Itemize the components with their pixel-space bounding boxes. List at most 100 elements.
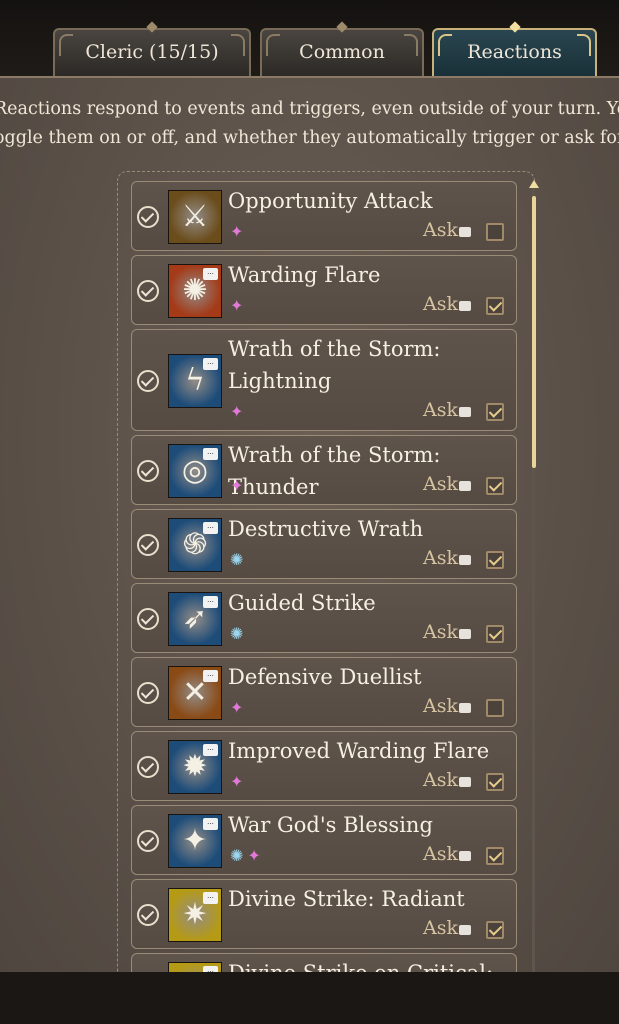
speech-bubble-icon: ...	[203, 596, 218, 608]
reaction-name: Opportunity Attack	[228, 189, 433, 213]
reaction-enabled-toggle[interactable]	[137, 460, 159, 482]
reaction-row[interactable]: ➶... Guided Strike ✺ Ask	[131, 583, 517, 653]
reaction-enabled-toggle[interactable]	[137, 608, 159, 630]
reaction-list: ⚔ Opportunity Attack ✦ Ask ✺... Warding Flare…	[0, 0, 619, 1008]
ask-label: Ask	[423, 917, 458, 939]
reaction-enabled-toggle[interactable]	[137, 206, 159, 228]
reaction-row[interactable]: ✕... Defensive Duellist ✦ Ask	[131, 657, 517, 727]
resource-cost: ✦	[230, 402, 247, 421]
reaction-charge-icon: ✦	[230, 296, 244, 315]
ask-checkbox[interactable]	[486, 773, 504, 791]
speech-bubble-icon: ...	[203, 744, 218, 756]
ask-prompt-icon	[459, 555, 471, 565]
reaction-name: Improved Warding Flare	[228, 739, 490, 763]
speech-bubble-icon: ...	[203, 892, 218, 904]
reaction-name: Guided Strike	[228, 591, 376, 615]
ask-label: Ask	[423, 769, 458, 791]
reaction-charge-icon: ✦	[230, 476, 244, 495]
reaction-name: War God's Blessing	[228, 813, 433, 837]
divine-strike-radiant-icon: ✷...	[168, 888, 222, 942]
ask-prompt-icon	[459, 481, 471, 491]
resource-cost: ✦	[230, 772, 247, 791]
opportunity-attack-icon: ⚔	[168, 190, 222, 244]
reaction-enabled-toggle[interactable]	[137, 904, 159, 926]
defensive-duellist-icon: ✕...	[168, 666, 222, 720]
ask-label: Ask	[423, 843, 458, 865]
reaction-charge-icon: ✦	[247, 846, 261, 865]
ask-label: Ask	[423, 473, 458, 495]
bottom-bar	[0, 972, 619, 1024]
reaction-name: Wrath of the Storm: Thunder	[228, 443, 441, 499]
ask-prompt-icon	[459, 703, 471, 713]
reaction-enabled-toggle[interactable]	[137, 280, 159, 302]
reaction-name: Destructive Wrath	[228, 517, 424, 541]
spell-slot-icon: ✺	[230, 624, 244, 643]
ask-checkbox[interactable]	[486, 223, 504, 241]
ask-label: Ask	[423, 219, 458, 241]
ask-label: Ask	[423, 293, 458, 315]
reaction-enabled-toggle[interactable]	[137, 756, 159, 778]
ask-checkbox[interactable]	[486, 551, 504, 569]
thunder-storm-icon: ◎...	[168, 444, 222, 498]
reaction-charge-icon: ✦	[230, 402, 244, 421]
scroll-up-arrow-icon[interactable]	[529, 180, 539, 188]
reaction-charge-icon: ✦	[230, 698, 244, 717]
reaction-enabled-toggle[interactable]	[137, 830, 159, 852]
reaction-name: Divine Strike: Radiant	[228, 887, 465, 911]
resource-cost: ✦	[230, 476, 247, 495]
ask-checkbox[interactable]	[486, 847, 504, 865]
reaction-charge-icon: ✦	[230, 222, 244, 241]
reaction-row[interactable]: ✦... War God's Blessing ✺ ✦ Ask	[131, 805, 517, 875]
ask-prompt-icon	[459, 777, 471, 787]
speech-bubble-icon: ...	[203, 818, 218, 830]
reaction-row[interactable]: ϟ... Wrath of the Storm: Lightning ✦ Ask	[131, 329, 517, 431]
resource-cost: ✺ ✦	[230, 846, 265, 865]
ask-checkbox[interactable]	[486, 297, 504, 315]
reaction-row[interactable]: ✷... Divine Strike: Radiant Ask	[131, 879, 517, 949]
reaction-enabled-toggle[interactable]	[137, 534, 159, 556]
spell-slot-icon: ✺	[230, 846, 244, 865]
war-gods-blessing-icon: ✦...	[168, 814, 222, 868]
ask-prompt-icon	[459, 851, 471, 861]
icon-glyph: ⚔	[181, 199, 209, 234]
reaction-charge-icon: ✦	[230, 772, 244, 791]
warding-flare-icon: ✺...	[168, 264, 222, 318]
ask-checkbox[interactable]	[486, 921, 504, 939]
ask-label: Ask	[423, 621, 458, 643]
reaction-row[interactable]: ✺... Warding Flare ✦ Ask	[131, 255, 517, 325]
spell-slot-icon: ✺	[230, 550, 244, 569]
speech-bubble-icon: ...	[203, 358, 218, 370]
destructive-wrath-icon: ֍...	[168, 518, 222, 572]
reaction-enabled-toggle[interactable]	[137, 682, 159, 704]
resource-cost: ✺	[230, 624, 247, 643]
ask-checkbox[interactable]	[486, 625, 504, 643]
resource-cost: ✦	[230, 222, 247, 241]
ask-checkbox[interactable]	[486, 403, 504, 421]
resource-cost: ✦	[230, 698, 247, 717]
reaction-row[interactable]: ◎... Wrath of the Storm: Thunder ✦ Ask	[131, 435, 517, 505]
lightning-storm-icon: ϟ...	[168, 354, 222, 408]
scrollbar-thumb[interactable]	[532, 196, 536, 468]
resource-cost: ✦	[230, 296, 247, 315]
guided-strike-icon: ➶...	[168, 592, 222, 646]
resource-cost: ✺	[230, 550, 247, 569]
ask-prompt-icon	[459, 227, 471, 237]
ask-checkbox[interactable]	[486, 477, 504, 495]
reaction-enabled-toggle[interactable]	[137, 370, 159, 392]
reaction-name: Defensive Duellist	[228, 665, 422, 689]
ask-label: Ask	[423, 695, 458, 717]
reaction-row[interactable]: ⚔ Opportunity Attack ✦ Ask	[131, 181, 517, 251]
ask-label: Ask	[423, 547, 458, 569]
reaction-row[interactable]: ֍... Destructive Wrath ✺ Ask	[131, 509, 517, 579]
speech-bubble-icon: ...	[203, 522, 218, 534]
ask-prompt-icon	[459, 301, 471, 311]
ask-checkbox[interactable]	[486, 699, 504, 717]
speech-bubble-icon: ...	[203, 448, 218, 460]
reaction-name: Warding Flare	[228, 263, 381, 287]
ask-prompt-icon	[459, 629, 471, 639]
reaction-row[interactable]: ✹... Improved Warding Flare ✦ Ask	[131, 731, 517, 801]
speech-bubble-icon: ...	[203, 670, 218, 682]
speech-bubble-icon: ...	[203, 268, 218, 280]
ask-label: Ask	[423, 399, 458, 421]
ask-prompt-icon	[459, 925, 471, 935]
